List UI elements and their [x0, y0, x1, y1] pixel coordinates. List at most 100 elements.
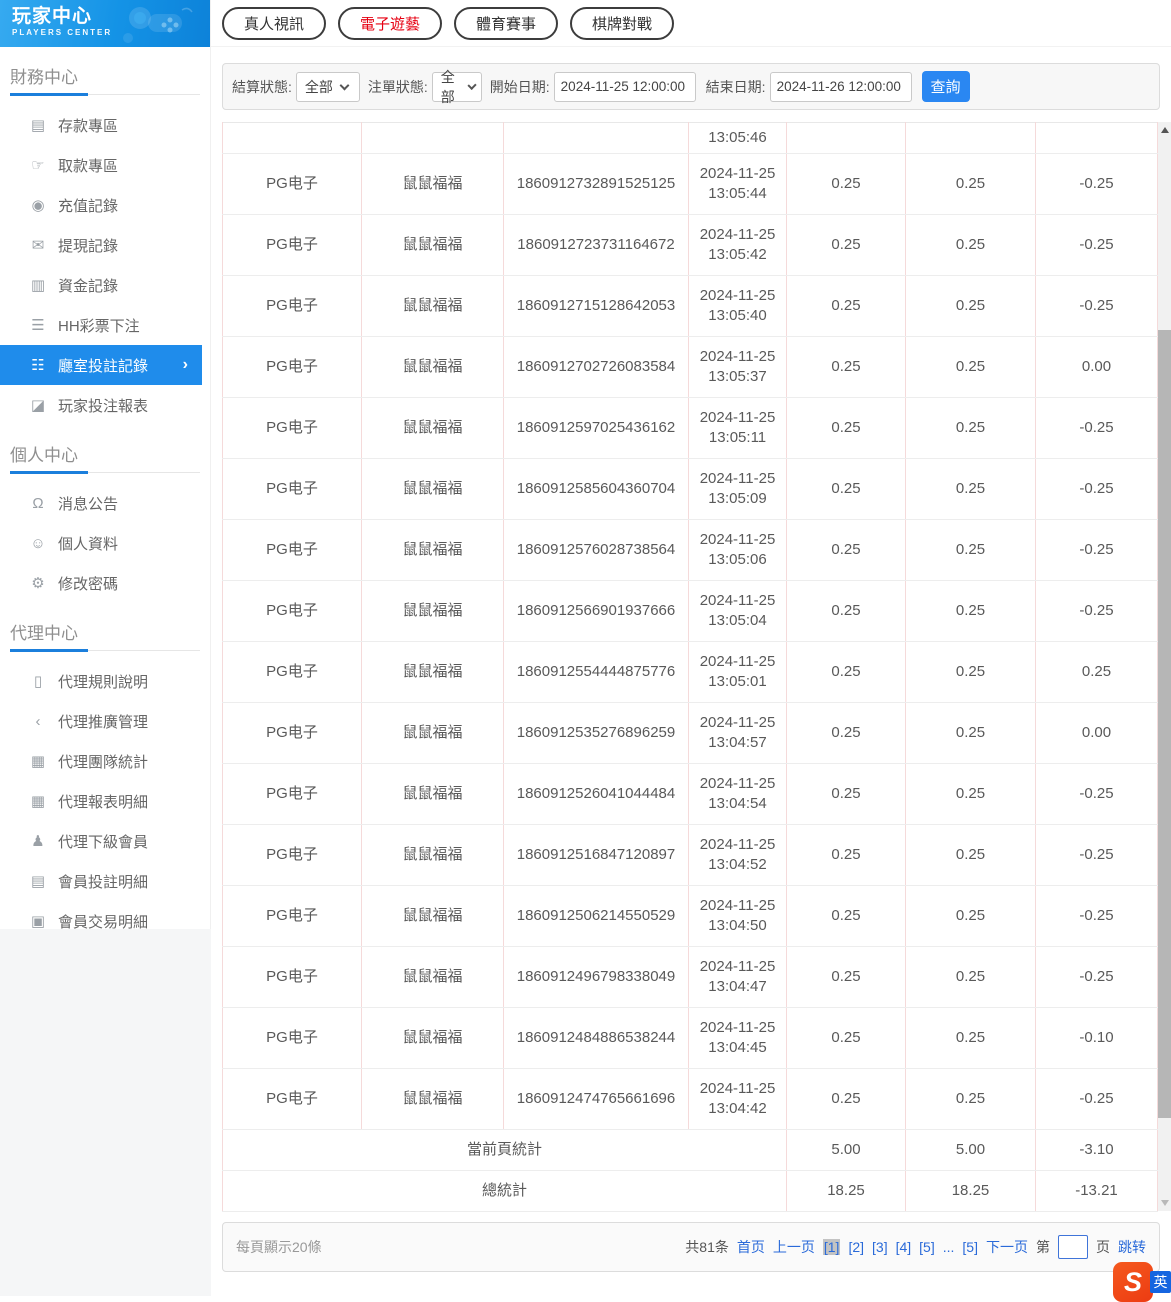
cell-profit: 0.00 [1036, 703, 1158, 764]
notice-icon: Ω [28, 495, 48, 512]
summary-profit: -13.21 [1036, 1171, 1158, 1212]
order-status-select[interactable]: 全部 [432, 72, 482, 102]
tab-1[interactable]: 真人視訊 [222, 7, 326, 40]
cell-bet-amount: 0.25 [787, 825, 906, 886]
page-number-link[interactable]: [5] [962, 1239, 978, 1255]
sidebar-item[interactable]: ▦ 代理報表明細 [0, 781, 210, 821]
agent-team-icon: ▦ [28, 752, 48, 770]
cell-bet-amount: 0.25 [787, 886, 906, 947]
tab-4[interactable]: 棋牌對戰 [570, 7, 674, 40]
settle-status-select[interactable]: 全部 [296, 72, 360, 102]
cell-profit: 0.25 [1036, 642, 1158, 703]
cell-empty [906, 123, 1036, 154]
cell-order-no: 1860912554444875776 [504, 642, 689, 703]
page-number-link[interactable]: [2] [848, 1239, 864, 1255]
sidebar-item-label: 代理下級會員 [58, 831, 148, 852]
page-number-link[interactable]: [3] [872, 1239, 888, 1255]
cell-bet-amount: 0.25 [787, 276, 906, 337]
jump-suffix-label: 页 [1096, 1237, 1110, 1257]
cell-game: PG电子 [223, 215, 362, 276]
page-number-link[interactable]: [4] [896, 1239, 912, 1255]
page-number-current[interactable]: [1] [823, 1239, 841, 1255]
sidebar-item[interactable]: ☺個人資料 [0, 523, 210, 563]
sidebar-item-label: 廳室投註記錄 [58, 355, 148, 376]
scrollbar-thumb[interactable] [1158, 330, 1171, 1118]
cell-game: PG电子 [223, 581, 362, 642]
sidebar-item-label: 代理報表明細 [58, 791, 148, 812]
sogou-icon[interactable]: S [1113, 1262, 1153, 1302]
prev-page-link[interactable]: 上一页 [773, 1237, 815, 1257]
cell-player: 鼠鼠福福 [362, 947, 504, 1008]
tab-3[interactable]: 體育賽事 [454, 7, 558, 40]
cell-bet-amount: 0.25 [787, 520, 906, 581]
cell-valid-bet: 0.25 [906, 276, 1036, 337]
filter-bar: 結算狀態: 全部 注單狀態: 全部 開始日期: 結束日期: 查詢 [222, 63, 1160, 110]
password-icon: ⚙ [28, 574, 48, 592]
cell-valid-bet: 0.25 [906, 642, 1036, 703]
summary-label: 總統計 [223, 1171, 787, 1212]
cell-player: 鼠鼠福福 [362, 276, 504, 337]
cell-profit: -0.25 [1036, 825, 1158, 886]
cell-time: 2024-11-25 13:04:42 [689, 1069, 787, 1130]
cell-order-no: 1860912566901937666 [504, 581, 689, 642]
sidebar-item[interactable]: ‹代理推廣管理 [0, 701, 210, 741]
sidebar-item[interactable]: ☰HH彩票下注 [0, 305, 210, 345]
sidebar-item[interactable]: ▯代理規則說明 [0, 661, 210, 701]
sidebar-item[interactable]: ✉提現記錄 [0, 225, 210, 265]
sidebar-item[interactable]: Ω消息公告 [0, 483, 210, 523]
sidebar-item-label: 修改密碼 [58, 573, 118, 594]
jump-button[interactable]: 跳转 [1118, 1237, 1146, 1257]
cell-bet-amount: 0.25 [787, 154, 906, 215]
sidebar-item[interactable]: ⚙ 修改密碼 [0, 563, 210, 603]
table-row: PG电子鼠鼠福福18609125062145505292024-11-25 13… [223, 886, 1158, 947]
end-date-input[interactable] [770, 72, 912, 102]
cell-time: 2024-11-25 13:04:52 [689, 825, 787, 886]
sidebar-item[interactable]: ☷廳室投註記錄› [0, 345, 202, 385]
cell-order-no: 1860912723731164672 [504, 215, 689, 276]
cell-order-no: 1860912576028738564 [504, 520, 689, 581]
cell-order-no: 1860912585604360704 [504, 459, 689, 520]
sidebar-item-label: 代理規則說明 [58, 671, 148, 692]
first-page-link[interactable]: 首页 [737, 1237, 765, 1257]
cell-player: 鼠鼠福福 [362, 581, 504, 642]
sidebar-item[interactable]: ♟代理下級會員 [0, 821, 210, 861]
cell-time: 13:05:46 [689, 123, 787, 154]
start-date-label: 開始日期: [490, 77, 550, 97]
cell-bet-amount: 0.25 [787, 703, 906, 764]
sidebar-item[interactable]: ▤會員投註明細 [0, 861, 210, 901]
sidebar-item[interactable]: ◉充值記錄 [0, 185, 210, 225]
sidebar-item[interactable]: ☞取款專區 [0, 145, 210, 185]
sidebar-item-label: 取款專區 [58, 155, 118, 176]
cell-game: PG电子 [223, 886, 362, 947]
sidebar-item[interactable]: ▤存款專區 [0, 105, 210, 145]
cell-bet-amount: 0.25 [787, 459, 906, 520]
search-button[interactable]: 查詢 [922, 71, 970, 102]
scroll-up-icon[interactable] [1161, 127, 1169, 133]
table-row: PG电子鼠鼠福福18609125544448757762024-11-25 13… [223, 642, 1158, 703]
cell-time: 2024-11-25 13:05:04 [689, 581, 787, 642]
agent-report-icon: ▦ [28, 792, 48, 810]
start-date-input[interactable] [554, 72, 696, 102]
app-logo: 玩家中心 PLAYERS CENTER [0, 0, 210, 47]
scroll-down-icon[interactable] [1161, 1200, 1169, 1206]
ime-indicator[interactable]: S 英 [1113, 1262, 1171, 1296]
bet-records-table-wrap: 13:05:46PG电子鼠鼠福福18609127328915251252024-… [222, 122, 1171, 1211]
cell-bet-amount: 0.25 [787, 581, 906, 642]
sidebar-item[interactable]: ◪玩家投注報表 [0, 385, 210, 425]
ime-language-badge[interactable]: 英 [1150, 1271, 1171, 1293]
cell-player: 鼠鼠福福 [362, 154, 504, 215]
page-ellipsis: ... [943, 1239, 955, 1255]
member-trade-icon: ▣ [28, 912, 48, 930]
table-scrollbar[interactable] [1158, 122, 1171, 1211]
withdrawal-record-icon: ✉ [28, 236, 48, 254]
cell-valid-bet: 0.25 [906, 703, 1036, 764]
sidebar-item[interactable]: ▦代理團隊統計 [0, 741, 210, 781]
table-row: PG电子鼠鼠福福18609127027260835842024-11-25 13… [223, 337, 1158, 398]
page-number-link[interactable]: [5] [919, 1239, 935, 1255]
sidebar-item[interactable]: ▥資金記錄 [0, 265, 210, 305]
tab-2[interactable]: 電子遊藝 [338, 7, 442, 40]
page-size-label: 每頁顯示20條 [236, 1237, 322, 1257]
cell-time: 2024-11-25 13:04:47 [689, 947, 787, 1008]
next-page-link[interactable]: 下一页 [986, 1237, 1028, 1257]
jump-page-input[interactable] [1058, 1235, 1088, 1259]
